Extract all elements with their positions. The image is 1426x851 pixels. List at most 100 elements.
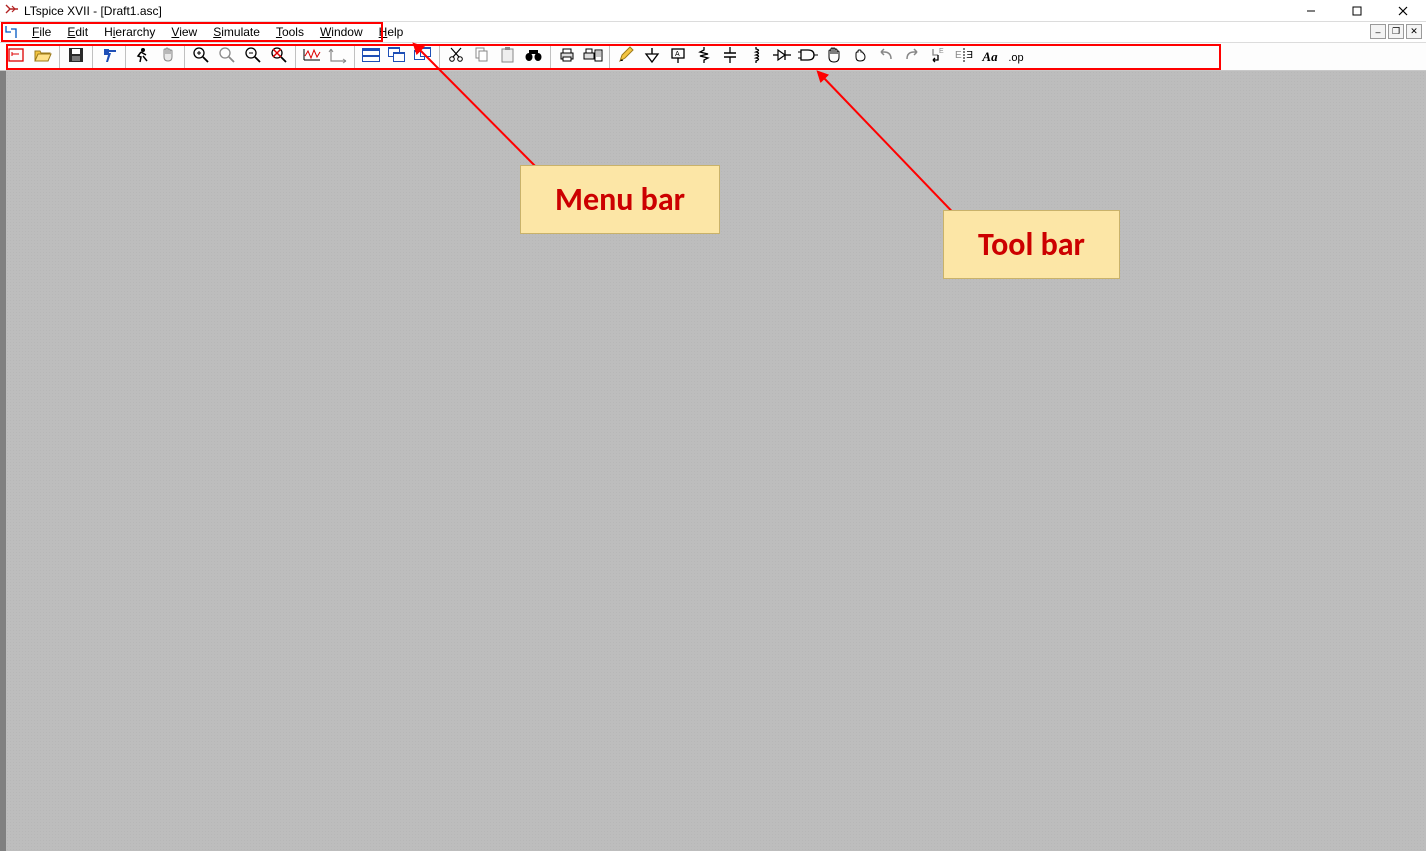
toolbar-separator [439, 46, 440, 68]
toolbar-separator [295, 46, 296, 68]
menu-label: ile [39, 25, 51, 39]
paste-button[interactable] [495, 45, 521, 69]
magnifier-icon [218, 46, 236, 67]
tool-bar: A E EE Aa .op [0, 43, 1426, 71]
op-icon: .op [1008, 50, 1023, 64]
window-controls [1288, 0, 1426, 22]
zoom-fit-icon [270, 46, 288, 67]
inductor-button[interactable] [743, 45, 769, 69]
menu-window[interactable]: Window [312, 23, 371, 41]
draw-wire-button[interactable] [613, 45, 639, 69]
toolbar-separator [59, 46, 60, 68]
pan-button[interactable] [214, 45, 240, 69]
label-net-button[interactable]: A [665, 45, 691, 69]
close-all-windows-button[interactable] [410, 45, 436, 69]
closed-hand-icon [851, 46, 869, 67]
diode-icon [772, 46, 792, 67]
toolbar-separator [609, 46, 610, 68]
schematic-icon [2, 23, 20, 41]
zoom-in-icon [192, 46, 210, 67]
maximize-button[interactable] [1334, 0, 1380, 22]
cascade-windows-button[interactable] [384, 45, 410, 69]
menu-label: elp [387, 25, 403, 39]
svg-text:E: E [955, 50, 962, 61]
toolbar-separator [125, 46, 126, 68]
diode-button[interactable] [769, 45, 795, 69]
run-button[interactable] [129, 45, 155, 69]
print-button[interactable] [554, 45, 580, 69]
control-panel-button[interactable] [96, 45, 122, 69]
pencil-icon [617, 46, 635, 67]
menu-view[interactable]: View [163, 23, 205, 41]
zoom-fit-button[interactable] [266, 45, 292, 69]
new-schematic-icon [7, 46, 27, 67]
hand-stop-icon [159, 46, 177, 67]
menu-tools[interactable]: Tools [268, 23, 312, 41]
printer-icon [558, 47, 576, 66]
close-button[interactable] [1380, 0, 1426, 22]
toolbar-separator [184, 46, 185, 68]
open-button[interactable] [30, 45, 56, 69]
tile-icon [361, 47, 381, 66]
toolbar-separator [354, 46, 355, 68]
ground-icon [643, 46, 661, 67]
axes-icon [328, 46, 348, 67]
floppy-disk-icon [67, 46, 85, 67]
menu-file[interactable]: File [24, 23, 59, 41]
mdi-restore-button[interactable]: ❐ [1388, 24, 1404, 39]
cut-button[interactable] [443, 45, 469, 69]
app-icon [4, 3, 20, 19]
open-hand-icon [825, 46, 843, 67]
spice-directive-button[interactable]: .op [1003, 45, 1029, 69]
menu-edit[interactable]: Edit [59, 23, 96, 41]
rotate-button[interactable]: E [925, 45, 951, 69]
toolbar-separator [550, 46, 551, 68]
copy-icon [473, 46, 491, 67]
menu-label: dit [75, 25, 88, 39]
halt-button[interactable] [155, 45, 181, 69]
clipboard-icon [499, 46, 517, 67]
drag-button[interactable] [847, 45, 873, 69]
pick-traces-button[interactable] [325, 45, 351, 69]
redo-icon [903, 47, 921, 66]
component-button[interactable] [795, 45, 821, 69]
new-schematic-button[interactable] [4, 45, 30, 69]
zoom-out-button[interactable] [240, 45, 266, 69]
menu-help[interactable]: Help [371, 23, 412, 41]
rotate-icon: E [929, 46, 947, 67]
find-button[interactable] [521, 45, 547, 69]
mdi-minimize-button[interactable]: ‒ [1370, 24, 1386, 39]
undo-button[interactable] [873, 45, 899, 69]
ground-button[interactable] [639, 45, 665, 69]
text-button[interactable]: Aa [977, 45, 1003, 69]
menu-label: H [104, 25, 113, 39]
menu-simulate[interactable]: Simulate [205, 23, 268, 41]
menu-bar-callout: Menu bar [520, 165, 720, 234]
print-setup-button[interactable] [580, 45, 606, 69]
menu-label: erarchy [115, 25, 155, 39]
resistor-button[interactable] [691, 45, 717, 69]
text-icon: Aa [982, 49, 997, 65]
windows-stack-icon [413, 46, 433, 67]
move-button[interactable] [821, 45, 847, 69]
menu-label: ools [282, 25, 304, 39]
redo-button[interactable] [899, 45, 925, 69]
zoom-out-icon [244, 46, 262, 67]
autorange-button[interactable] [299, 45, 325, 69]
svg-text:E: E [966, 50, 973, 61]
capacitor-button[interactable] [717, 45, 743, 69]
undo-icon [877, 47, 895, 66]
tile-windows-button[interactable] [358, 45, 384, 69]
copy-button[interactable] [469, 45, 495, 69]
menu-label: imulate [221, 25, 260, 39]
save-button[interactable] [63, 45, 89, 69]
binoculars-icon [524, 47, 544, 66]
menu-hierarchy[interactable]: Hierarchy [96, 23, 163, 41]
zoom-in-button[interactable] [188, 45, 214, 69]
mirror-button[interactable]: EE [951, 45, 977, 69]
hammer-icon [100, 46, 118, 67]
mdi-close-button[interactable]: ✕ [1406, 24, 1422, 39]
minimize-button[interactable] [1288, 0, 1334, 22]
and-gate-icon [798, 46, 818, 67]
label-icon: A [669, 46, 687, 67]
